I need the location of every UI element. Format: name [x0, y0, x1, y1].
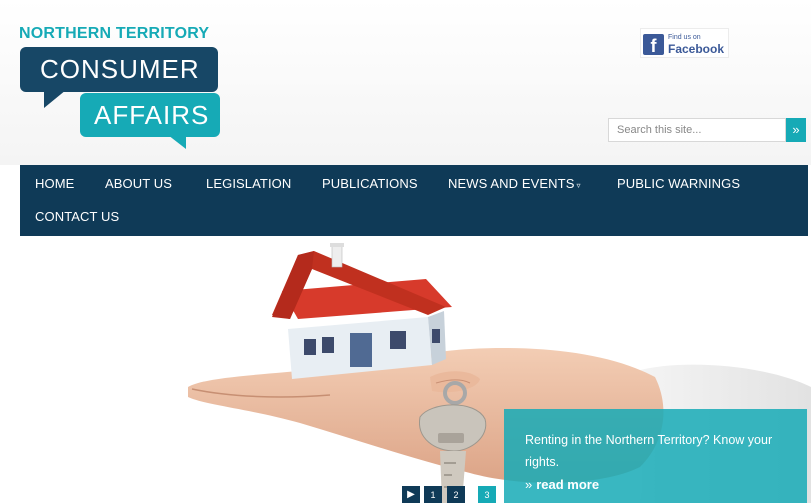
nav-item-about-us[interactable]: ABOUT US	[105, 176, 172, 191]
nav-item-label: ABOUT US	[105, 176, 173, 191]
logo-bubble-tail	[168, 135, 186, 149]
main-nav: HOME ABOUT US LEGISLATION PUBLICATIONS N…	[20, 165, 808, 236]
nav-item-label: PUBLICATIONS	[322, 176, 418, 191]
hero-callout: Renting in the Northern Territory? Know …	[504, 409, 807, 503]
search-button[interactable]: »	[786, 118, 806, 142]
nav-item-label: LEGISLATION	[206, 176, 292, 191]
nav-item-news-and-events[interactable]: NEWS AND EVENTS ▿	[448, 176, 581, 191]
dropdown-caret-icon: ▿	[576, 181, 581, 190]
callout-text: Renting in the Northern Territory? Know …	[525, 433, 773, 469]
search-input[interactable]	[608, 118, 786, 142]
logo-affairs[interactable]: AFFAIRS	[80, 93, 220, 137]
facebook-big-text: Facebook	[668, 42, 725, 56]
slide-page-1[interactable]: 1	[424, 486, 442, 503]
nav-item-public-warnings[interactable]: PUBLIC WARNINGS	[617, 176, 740, 191]
slide-page-2[interactable]: 2	[447, 486, 465, 503]
facebook-link[interactable]: f Find us on Facebook	[640, 28, 729, 58]
nav-item-label: HOME	[35, 176, 75, 191]
nav-item-legislation[interactable]: LEGISLATION	[206, 176, 291, 191]
read-more-label: read more	[536, 477, 600, 492]
nav-item-contact-us[interactable]: CONTACT US	[35, 209, 119, 224]
play-icon[interactable]: ▶	[402, 486, 420, 503]
double-chevron-right-icon: »	[525, 477, 533, 492]
facebook-small-text: Find us on	[668, 34, 701, 41]
nav-item-label: NEWS AND EVENTS	[448, 176, 575, 191]
logo-top-text[interactable]: NORTHERN TERRITORY	[19, 25, 209, 43]
read-more-link[interactable]: » read more	[525, 477, 599, 492]
nav-item-publications[interactable]: PUBLICATIONS	[322, 176, 418, 191]
logo-consumer[interactable]: CONSUMER	[20, 47, 218, 92]
site-header: NORTHERN TERRITORY CONSUMER AFFAIRS f Fi…	[0, 0, 811, 165]
facebook-icon: f	[643, 34, 664, 56]
slide-page-3[interactable]: 3	[478, 486, 496, 503]
nav-item-label: CONTACT US	[35, 209, 120, 224]
nav-item-home[interactable]: HOME	[35, 176, 74, 191]
logo-bubble-tail	[44, 90, 66, 108]
nav-item-label: PUBLIC WARNINGS	[617, 176, 741, 191]
